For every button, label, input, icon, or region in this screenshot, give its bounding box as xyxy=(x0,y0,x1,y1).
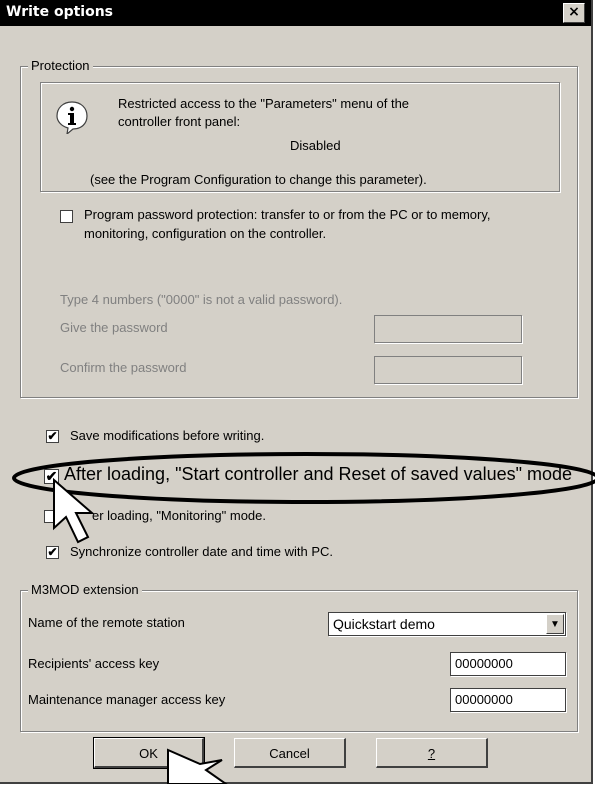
info-note: (see the Program Configuration to change… xyxy=(90,172,427,187)
after-loading-start-label[interactable]: After loading, "Start controller and Res… xyxy=(64,464,572,485)
recipients-key-label: Recipients' access key xyxy=(28,656,160,671)
help-button[interactable]: ? xyxy=(376,738,488,768)
password-protection-label-line2: monitoring, configuration on the control… xyxy=(84,226,327,241)
info-status: Disabled xyxy=(290,138,341,153)
window-title: Write options xyxy=(6,4,114,20)
info-text-line1: Restricted access to the "Parameters" me… xyxy=(118,96,410,111)
help-button-label[interactable]: ? xyxy=(428,746,435,761)
confirm-password-field[interactable] xyxy=(374,356,522,384)
cancel-button-label[interactable]: Cancel xyxy=(269,746,309,761)
save-modifications-checkbox[interactable]: ✔ xyxy=(46,430,59,443)
confirm-password-label: Confirm the password xyxy=(60,360,187,375)
after-loading-monitoring-label[interactable]: er loading, "Monitoring" mode. xyxy=(92,508,266,523)
info-text-line2: controller front panel: xyxy=(118,114,241,129)
mouse-pointer-icon xyxy=(53,478,95,544)
info-icon xyxy=(56,101,88,134)
password-protection-checkbox[interactable] xyxy=(60,210,73,223)
give-password-field[interactable] xyxy=(374,315,522,343)
close-button[interactable]: × xyxy=(563,3,585,23)
mouse-pointer-icon-2 xyxy=(167,748,228,784)
m3mod-legend: M3MOD extension xyxy=(28,582,142,597)
recipients-key-field[interactable]: 00000000 xyxy=(450,652,566,676)
give-password-label: Give the password xyxy=(60,320,168,335)
sync-time-checkbox[interactable]: ✔ xyxy=(46,546,59,559)
station-select[interactable]: Quickstart demo ▼ xyxy=(328,612,566,636)
sync-time-label[interactable]: Synchronize controller date and time wit… xyxy=(70,544,333,559)
password-hint: Type 4 numbers ("0000" is not a valid pa… xyxy=(60,292,343,307)
chevron-down-icon[interactable]: ▼ xyxy=(546,614,564,634)
maintenance-key-field[interactable]: 00000000 xyxy=(450,688,566,712)
station-label: Name of the remote station xyxy=(28,615,185,630)
protection-legend: Protection xyxy=(28,58,93,73)
title-bar: Write options × xyxy=(0,0,591,26)
station-select-value: Quickstart demo xyxy=(333,616,435,632)
write-options-dialog: Write options × Protection Restricted ac… xyxy=(0,0,595,784)
close-icon[interactable]: × xyxy=(568,4,580,20)
save-modifications-label[interactable]: Save modifications before writing. xyxy=(70,428,264,443)
password-protection-label-line1[interactable]: Program password protection: transfer to… xyxy=(84,207,491,222)
ok-button-label[interactable]: OK xyxy=(139,746,158,761)
maintenance-key-label: Maintenance manager access key xyxy=(28,692,226,707)
cancel-button[interactable]: Cancel xyxy=(234,738,346,768)
